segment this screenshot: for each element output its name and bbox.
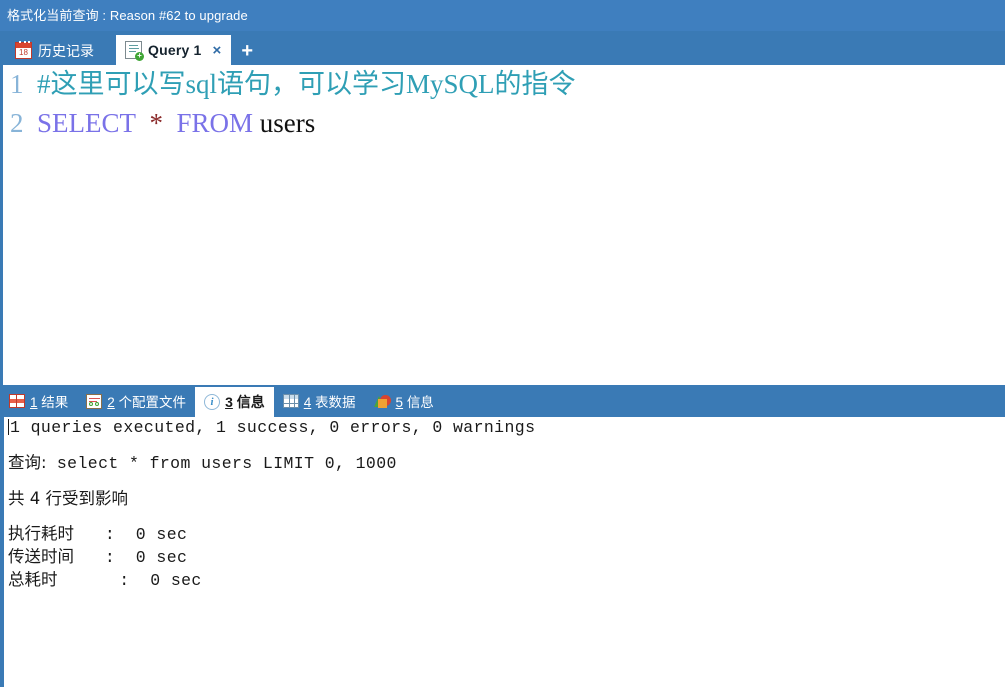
profile-icon (86, 393, 103, 409)
output-send-label: 传送时间 (8, 547, 74, 566)
output-spacer (8, 475, 1005, 488)
calendar-icon: 18 (15, 41, 32, 59)
output-send-value: : 0 sec (74, 548, 188, 567)
query-document-icon-badge: + (135, 52, 144, 61)
tab-profiles-label: 2 个配置文件 (107, 395, 187, 410)
table-grid-icon (282, 394, 299, 408)
output-total-value: : 0 sec (57, 571, 202, 590)
output-spacer (8, 439, 1005, 452)
output-line-query: 查询: select * from users LIMIT 0, 1000 (8, 452, 1005, 475)
tab-info-label: 3 信息 (225, 394, 265, 410)
line-number: 1 (10, 69, 24, 99)
tab-status-info[interactable]: 5 信息 (365, 385, 443, 417)
text-caret (8, 419, 9, 435)
grid-result-icon (9, 394, 25, 408)
info-circle-icon: i (204, 394, 221, 410)
output-line-send-time: 传送时间 : 0 sec (8, 546, 1005, 569)
output-line-rows: 共 4 行受到影响 (8, 489, 128, 508)
sql-code-editor[interactable]: 1 #这里可以写sql语句，可以学习MySQL的指令 2 SELECT * FR… (0, 65, 1005, 385)
output-spacer (8, 510, 1005, 523)
output-exec-label: 执行耗时 (8, 524, 74, 543)
tab-history-label: 历史记录 (38, 42, 94, 59)
tab-status-info-label: 5 信息 (395, 395, 434, 410)
output-query-sql: select * from users LIMIT 0, 1000 (46, 454, 397, 473)
output-executed-text: 1 queries executed, 1 success, 0 errors,… (10, 418, 536, 437)
tab-query-1-label: Query 1 (148, 42, 202, 58)
query-document-icon: + (125, 41, 144, 61)
sql-client-window: 格式化当前查询 : Reason #62 to upgrade 18 历史记录 … (0, 0, 1005, 687)
tab-table-data-label: 4 表数据 (303, 395, 356, 410)
sql-star: * (149, 108, 164, 138)
output-total-label: 总耗时 (8, 570, 58, 589)
code-line: 2 SELECT * FROM users (3, 104, 1005, 143)
info-output-pane[interactable]: 1 queries executed, 1 success, 0 errors,… (0, 417, 1005, 687)
output-line-executed: 1 queries executed, 1 success, 0 errors,… (8, 417, 1005, 439)
output-exec-value: : 0 sec (74, 525, 188, 544)
calendar-icon-number: 18 (19, 48, 28, 57)
code-statement: SELECT * FROM users (37, 104, 315, 143)
code-line: 1 #这里可以写sql语句，可以学习MySQL的指令 (3, 65, 1005, 104)
output-query-label: 查询: (8, 453, 47, 472)
titlebar-text: 格式化当前查询 : Reason #62 to upgrade (7, 8, 248, 23)
tab-profiles[interactable]: 2 个配置文件 (77, 385, 195, 417)
sql-keyword-from: FROM (176, 108, 254, 138)
tab-results[interactable]: 1 结果 (0, 385, 77, 417)
tab-info[interactable]: i 3 信息 (195, 387, 274, 417)
editor-tab-strip: 18 历史记录 + Query 1 × + (0, 31, 1005, 65)
output-line-total-time: 总耗时 : 0 sec (8, 569, 1005, 592)
new-query-tab-button[interactable]: + (231, 41, 263, 65)
code-comment-text: #这里可以写sql语句，可以学习MySQL的指令 (37, 69, 576, 99)
results-tab-strip: 1 结果 2 个配置文件 i 3 信息 4 表数据 5 信息 (0, 385, 1005, 417)
sql-table-name: users (259, 108, 316, 138)
sql-keyword-select: SELECT (37, 108, 136, 138)
tab-results-label: 1 结果 (30, 395, 69, 410)
output-line-exec-time: 执行耗时 : 0 sec (8, 523, 1005, 546)
close-icon[interactable]: × (213, 43, 222, 58)
line-number: 2 (10, 108, 24, 138)
titlebar: 格式化当前查询 : Reason #62 to upgrade (0, 0, 1005, 31)
tab-history[interactable]: 18 历史记录 (6, 36, 116, 65)
pie-chart-icon (373, 394, 391, 408)
tab-query-1[interactable]: + Query 1 × (116, 35, 232, 65)
tab-table-data[interactable]: 4 表数据 (274, 385, 365, 417)
